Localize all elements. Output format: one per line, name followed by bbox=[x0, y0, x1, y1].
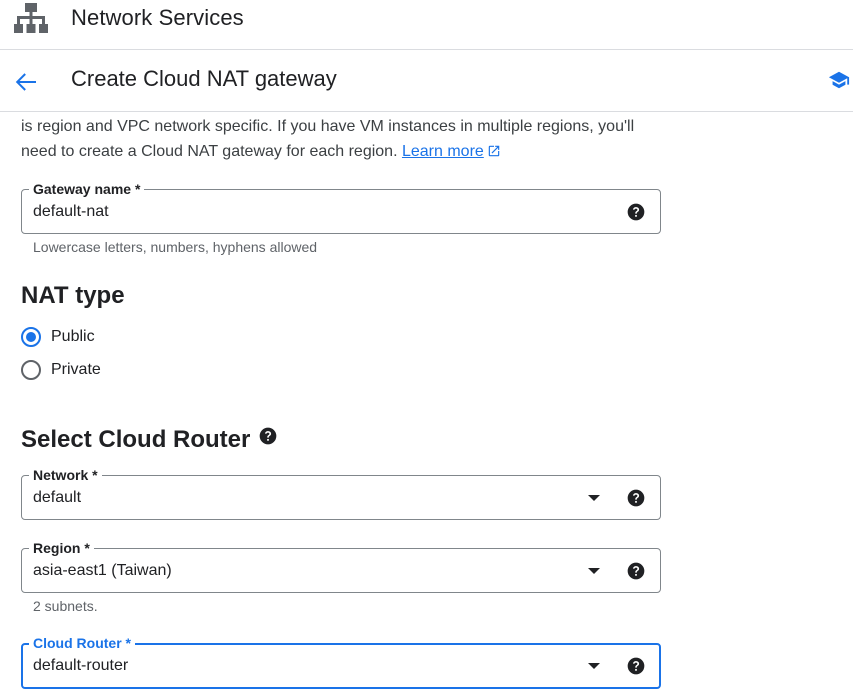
region-select[interactable]: Region * asia-east1 (Taiwan) bbox=[21, 539, 661, 593]
region-label: Region * bbox=[29, 539, 94, 557]
gateway-name-field[interactable]: Gateway name * default-nat bbox=[21, 180, 661, 234]
cloud-router-select[interactable]: Cloud Router * default-router bbox=[21, 634, 661, 689]
school-icon[interactable] bbox=[828, 69, 850, 91]
product-title: Network Services bbox=[71, 5, 244, 30]
radio-public-button[interactable] bbox=[21, 327, 41, 347]
cloud-router-heading: Select Cloud Router bbox=[21, 426, 278, 454]
help-icon[interactable] bbox=[626, 488, 646, 508]
open-in-new-icon[interactable] bbox=[487, 144, 501, 158]
page-header: Create Cloud NAT gateway bbox=[0, 51, 853, 112]
cloud-router-value[interactable]: default-router bbox=[33, 656, 128, 676]
chevron-down-icon[interactable] bbox=[588, 495, 600, 501]
cloud-router-label: Cloud Router * bbox=[29, 634, 135, 652]
gateway-name-input[interactable]: default-nat bbox=[33, 202, 109, 222]
network-value[interactable]: default bbox=[33, 488, 81, 508]
radio-private-button[interactable] bbox=[21, 360, 41, 380]
radio-public[interactable]: Public bbox=[21, 326, 95, 348]
chevron-down-icon[interactable] bbox=[588, 568, 600, 574]
region-hint: 2 subnets. bbox=[33, 598, 98, 614]
radio-private[interactable]: Private bbox=[21, 359, 101, 381]
intro-text: is region and VPC network specific. If y… bbox=[21, 118, 635, 160]
network-topology-icon bbox=[14, 3, 48, 33]
learn-more-link[interactable]: Learn more bbox=[402, 143, 484, 160]
help-icon[interactable] bbox=[258, 426, 278, 446]
intro-paragraph: is region and VPC network specific. If y… bbox=[21, 114, 671, 164]
region-value[interactable]: asia-east1 (Taiwan) bbox=[33, 561, 172, 581]
gateway-name-hint: Lowercase letters, numbers, hyphens allo… bbox=[33, 239, 318, 255]
cloud-router-heading-text: Select Cloud Router bbox=[21, 426, 251, 453]
help-icon[interactable] bbox=[626, 561, 646, 581]
radio-private-label: Private bbox=[51, 361, 101, 378]
arrow-back-icon[interactable] bbox=[12, 68, 40, 96]
help-icon[interactable] bbox=[626, 656, 646, 676]
network-select[interactable]: Network * default bbox=[21, 466, 661, 520]
nat-type-heading: NAT type bbox=[21, 282, 125, 309]
gateway-name-label: Gateway name * bbox=[29, 180, 145, 198]
page-title: Create Cloud NAT gateway bbox=[71, 66, 337, 91]
help-icon[interactable] bbox=[626, 202, 646, 222]
form-content: is region and VPC network specific. If y… bbox=[0, 112, 853, 699]
product-header: Network Services bbox=[0, 0, 853, 50]
radio-public-label: Public bbox=[51, 328, 95, 345]
network-label: Network * bbox=[29, 466, 102, 484]
chevron-down-icon[interactable] bbox=[588, 663, 600, 669]
